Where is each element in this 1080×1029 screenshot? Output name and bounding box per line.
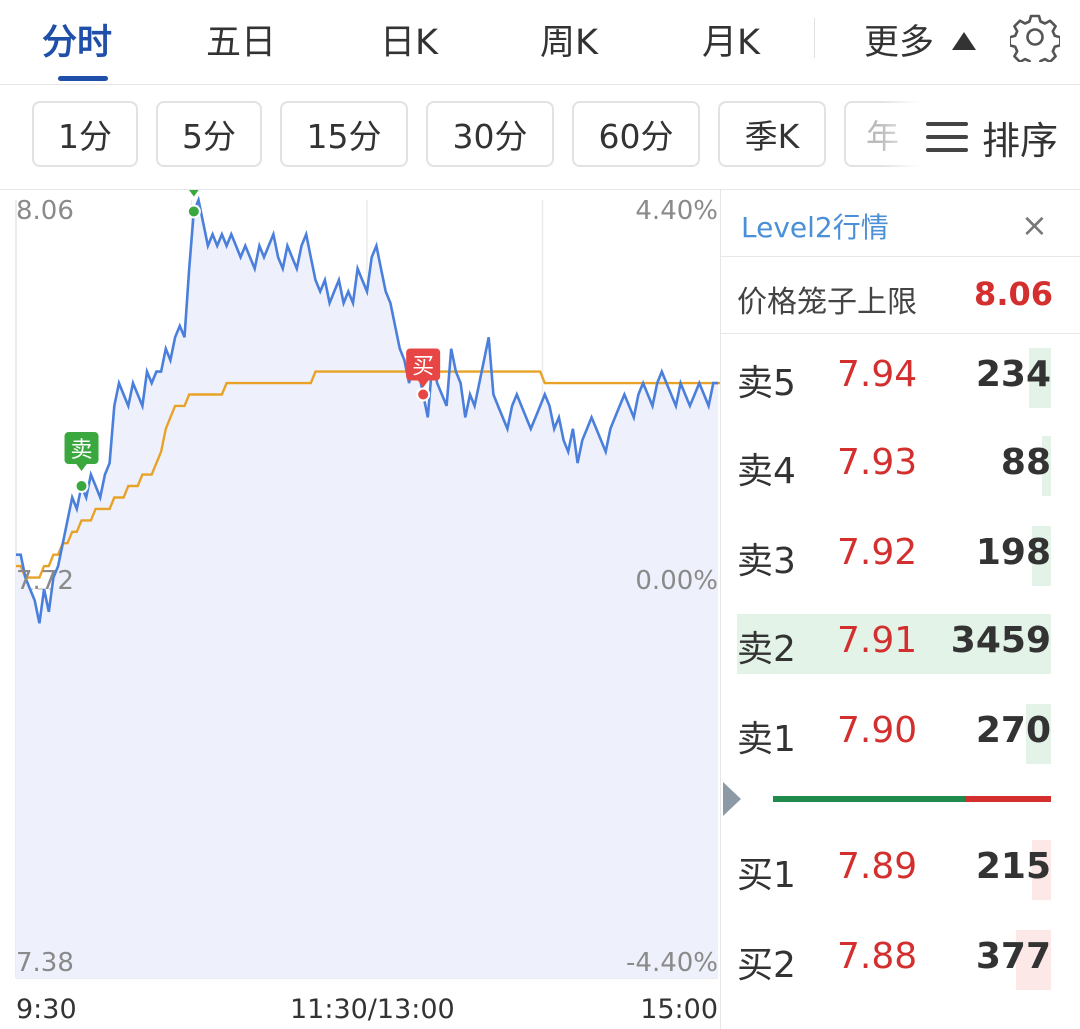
time-start-label: 9:30 [16,994,77,1025]
sort-label: 排序 [982,118,1059,163]
tab-five-day[interactable]: 五日 [206,14,276,65]
divider [814,18,815,58]
order-volume: 198 [975,532,1051,573]
tab-weekly-k[interactable]: 周K [540,14,598,65]
order-level-label: 卖2 [737,629,796,670]
price-mid-label: 7.72 [16,566,74,596]
gear-icon[interactable] [1010,12,1060,62]
order-volume: 377 [975,936,1051,977]
period-1min-button[interactable]: 1分 [32,101,138,167]
signal-label: 买 [412,355,434,380]
order-volume: 234 [975,354,1051,395]
order-level-label: 卖3 [737,541,796,582]
price-cage-limit-row: 价格笼子上限 8.06 [721,256,1080,334]
price-cage-limit-label: 价格笼子上限 [737,285,917,320]
bid-row-1[interactable]: 买1 7.89 215 [721,840,1080,900]
order-price: 7.91 [837,620,918,661]
order-volume: 270 [975,710,1051,751]
pct-max-label: 4.40% [635,196,718,226]
triangle-right-icon[interactable] [723,782,741,816]
buy-sell-ratio-bar [773,796,1051,802]
ask-row-2[interactable]: 卖2 7.91 3459 [737,614,1051,674]
order-level-label: 卖5 [737,363,796,404]
order-price: 7.93 [837,442,918,483]
intraday-chart[interactable]: 卖卖买 8.06 7.72 7.38 4.40% 0.00% -4.40% 9:… [0,190,720,1029]
ask-row-4[interactable]: 卖4 7.93 88 [721,436,1080,496]
tab-daily-k[interactable]: 日K [380,14,438,65]
ask-row-5[interactable]: 卖5 7.94 234 [721,348,1080,408]
ask-row-3[interactable]: 卖3 7.92 198 [721,526,1080,586]
intraday-price-plot: 卖卖买 [15,190,720,979]
order-volume: 215 [975,846,1051,887]
chart-period-tabs: 分时 五日 日K 周K 月K 更多 [0,0,1080,85]
period-60min-button[interactable]: 60分 [572,101,700,167]
tab-more[interactable]: 更多 [864,14,977,65]
active-tab-indicator [58,76,108,81]
order-level-label: 买1 [737,855,796,896]
order-volume: 88 [1000,442,1051,483]
order-level-label: 卖1 [737,719,796,760]
tab-more-label: 更多 [864,23,935,63]
level2-panel: Level2行情 × 价格笼子上限 8.06 卖5 7.94 234 卖4 7.… [720,190,1080,1029]
price-cage-limit-value: 8.06 [974,275,1053,313]
period-30min-button[interactable]: 30分 [426,101,554,167]
pct-mid-label: 0.00% [635,566,718,596]
level2-title: Level2行情 [741,211,889,244]
time-mid-label: 11:30/13:00 [290,994,455,1025]
tab-intraday[interactable]: 分时 [42,14,112,65]
price-min-label: 7.38 [16,948,74,978]
price-max-label: 8.06 [16,196,74,226]
price-area-fill [16,200,718,978]
ask-row-1[interactable]: 卖1 7.90 270 [721,704,1080,764]
minute-period-bar: 1分 5分 15分 30分 60分 季K 年 排序 [0,85,1080,190]
order-price: 7.94 [837,354,918,395]
period-5min-button[interactable]: 5分 [156,101,262,167]
order-price: 7.90 [837,710,918,751]
sort-button[interactable]: 排序 [920,85,1080,189]
close-icon[interactable]: × [1021,206,1048,244]
tab-monthly-k[interactable]: 月K [702,14,760,65]
menu-icon [926,120,968,154]
order-level-label: 买2 [737,945,796,986]
order-price: 7.89 [837,846,918,887]
order-volume: 3459 [950,620,1051,661]
period-quarter-k-button[interactable]: 季K [718,101,826,167]
order-price: 7.92 [837,532,918,573]
sell-signal-marker[interactable]: 卖 [177,190,211,219]
signal-label: 卖 [71,438,93,463]
triangle-up-icon [952,32,977,50]
period-15min-button[interactable]: 15分 [280,101,408,167]
pct-min-label: -4.40% [626,948,718,978]
scroll-fade [880,85,920,189]
time-end-label: 15:00 [640,994,718,1025]
order-level-label: 卖4 [737,451,796,492]
order-price: 7.88 [837,936,918,977]
bid-row-2[interactable]: 买2 7.88 377 [721,930,1080,990]
